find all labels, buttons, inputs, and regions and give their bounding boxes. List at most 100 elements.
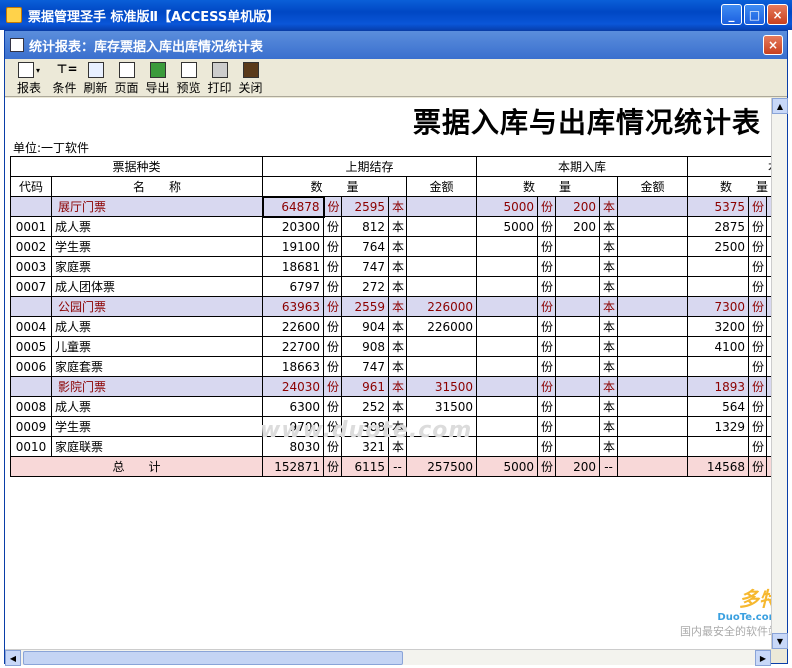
cell-i-qty [476, 356, 539, 377]
cell-o-qty [687, 256, 750, 277]
header-amount-in: 金额 [617, 176, 689, 197]
cell-o-qty: 3200 [687, 316, 750, 337]
cell-o-qty: 2500 [687, 236, 750, 257]
duote-logo: 多特 DuoTe.com 国内最安全的软件站 [680, 583, 779, 639]
preview-label: 预览 [176, 81, 201, 95]
page-setup-button[interactable]: 页面 [111, 59, 142, 97]
table-row[interactable]: 0002学生票19100份764本份本2500份1 [10, 236, 783, 257]
printer-icon [211, 62, 228, 78]
cell-p-u2: 本 [388, 376, 408, 397]
preview-icon [180, 62, 197, 78]
close-report-button[interactable]: 关闭 [235, 59, 266, 97]
cell-p-qty: 18663 [262, 356, 325, 377]
group-row[interactable]: 展厅门票64878份2595本5000份200本5375份2 [10, 195, 783, 218]
cell-name: 儿童票 [50, 336, 264, 357]
header-category: 票据种类 [9, 156, 264, 177]
filter-button[interactable]: ⊤= 条件 [49, 59, 80, 97]
table-row[interactable]: 0007 成人团体票 6797 份 272 本份本份 [10, 276, 783, 297]
cell-i-u2: 本 [599, 356, 619, 377]
scroll-right-icon[interactable]: ▶ [755, 650, 771, 666]
cell-p-u2: 本 [388, 236, 408, 257]
dropdown-arrow-icon[interactable]: ▾ [36, 66, 40, 75]
cell-p-amt: 31500 [406, 396, 478, 417]
cell-code: 0007 [10, 276, 52, 297]
report-window-close-button[interactable]: × [763, 35, 783, 55]
print-button[interactable]: 打印 [204, 59, 235, 97]
table-row[interactable]: 0001成人票20300份812本5000份200本2875份1 [10, 216, 783, 237]
cell-p-amt: 226000 [406, 316, 478, 337]
cell-code: 0009 [10, 416, 52, 437]
cell-o-u1: 份 [748, 196, 768, 217]
cell-p-qty: 24030 [262, 376, 325, 397]
report-window: 统计报表：库存票据入库出库情况统计表 × ▾ 报表 ⊤= 条件 刷新 页面 导出 [4, 30, 788, 666]
total-cell-p-b: 6115 [341, 456, 390, 477]
group-row[interactable]: 公园门票63963份2559本226000份本7300份2 [10, 296, 783, 317]
maximize-button[interactable]: □ [744, 4, 765, 25]
scroll-down-icon[interactable]: ▼ [772, 633, 788, 649]
horizontal-scroll-thumb[interactable] [23, 651, 403, 665]
cell-p-qty: 18681 [262, 256, 325, 277]
table-row[interactable]: 0004成人票22600份904本226000份本3200份1 [10, 316, 783, 337]
cell-p-qty: 19100 [262, 236, 325, 257]
total-cell-i-b: 200 [555, 456, 601, 477]
vertical-scrollbar[interactable]: ▲ ▼ [771, 98, 788, 649]
cell-p-qty: 22600 [262, 316, 325, 337]
cell-o-qty: 1893 [687, 376, 750, 397]
total-cell-p-amt: 257500 [406, 456, 478, 477]
total-row: 总 计152871份6115--2575005000份200--14568份5 [9, 456, 783, 477]
cell-code: 0006 [10, 356, 52, 377]
table-row[interactable]: 0008 成人票 6300 份 252 本 31500 份本 564 份 [10, 396, 783, 417]
scroll-left-icon[interactable]: ◀ [5, 650, 21, 666]
cell-i-b [555, 436, 601, 457]
cell-o-u1: 份 [748, 236, 768, 257]
logo-main: 多特 [739, 587, 779, 611]
cell-code [10, 376, 52, 397]
cell-i-amt [617, 216, 689, 237]
cell-o-u1: 份 [748, 216, 768, 237]
cell-i-amt [617, 396, 689, 417]
cell-o-u1: 份 [748, 316, 768, 337]
table-row[interactable]: 0006 家庭套票 18663 份 747 本份本份 [10, 356, 783, 377]
cell-p-b: 747 [341, 256, 390, 277]
cell-o-u1: 份 [748, 396, 768, 417]
cell-o-qty: 1329 [687, 416, 750, 437]
cell-name: 学生票 [50, 416, 264, 437]
filter-icon: ⊤= [56, 62, 78, 76]
close-label: 关闭 [238, 81, 263, 95]
total-cell-o-qty: 14568 [687, 456, 750, 477]
cell-o-qty: 2875 [687, 216, 750, 237]
report-canvas[interactable]: 票据入库与出库情况统计表 单位:一丁软件 票据种类 上期结存 本期入库 本期 代… [5, 98, 783, 649]
cell-p-u1: 份 [323, 396, 343, 417]
preview-button[interactable]: 预览 [173, 59, 204, 97]
refresh-label: 刷新 [83, 81, 108, 95]
close-button[interactable]: × [767, 4, 788, 25]
cell-i-u2: 本 [599, 396, 619, 417]
cell-i-u2: 本 [599, 276, 619, 297]
cell-i-amt [617, 236, 689, 257]
export-button[interactable]: 导出 [142, 59, 173, 97]
cell-code: 0010 [10, 436, 52, 457]
cell-code: 0008 [10, 396, 52, 417]
cell-o-u1: 份 [748, 296, 768, 317]
page-icon [118, 62, 135, 78]
scroll-up-icon[interactable]: ▲ [772, 98, 788, 114]
horizontal-scrollbar[interactable]: ◀ ▶ [5, 649, 771, 666]
refresh-icon [87, 62, 104, 78]
cell-o-u1: 份 [748, 416, 768, 437]
report-window-icon [10, 38, 24, 52]
table-row[interactable]: 0003 家庭票 18681 份 747 本份本份 [10, 256, 783, 277]
cell-i-amt [617, 356, 689, 377]
cell-i-u1: 份 [537, 396, 557, 417]
cell-i-b [555, 376, 601, 397]
refresh-button[interactable]: 刷新 [80, 59, 111, 97]
header-row-1: 票据种类 上期结存 本期入库 本期 [9, 156, 783, 177]
minimize-button[interactable]: _ [721, 4, 742, 25]
group-row[interactable]: 影院门票 24030 份 961 本 31500 份本 1893 份 [10, 376, 783, 397]
report-menu-button[interactable]: ▾ 报表 [9, 59, 49, 97]
total-cell-o-u1: 份 [748, 456, 768, 477]
cell-o-qty [687, 276, 750, 297]
cell-p-b: 812 [341, 216, 390, 237]
total-cell-i-amt [617, 456, 689, 477]
header-code: 代码 [10, 176, 52, 197]
table-row[interactable]: 0005儿童票22700份908本份本4100份1 [10, 336, 783, 357]
